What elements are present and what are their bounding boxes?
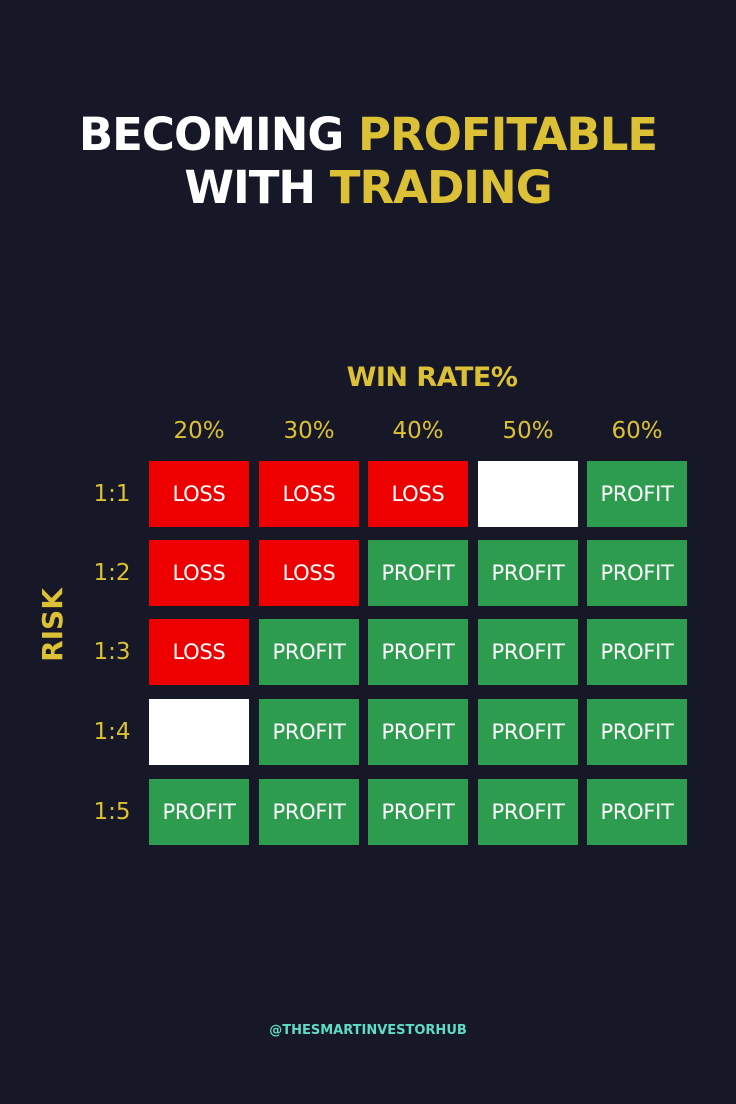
row-label: 1:1: [93, 481, 131, 507]
table-cell-loss: LOSS: [149, 540, 249, 606]
table-cell-loss: LOSS: [149, 619, 249, 685]
table-cell-empty: [478, 461, 578, 527]
row-label: 1:2: [93, 560, 131, 586]
table-cell-profit: PROFIT: [478, 619, 578, 685]
title-line-2: WITH TRADING: [0, 161, 736, 215]
table-cell-profit: PROFIT: [587, 461, 687, 527]
title-with: WITH: [184, 161, 316, 214]
title-profitable: PROFITABLE: [358, 108, 658, 161]
x-axis-title: WIN RATE%: [346, 362, 518, 393]
table-cell-profit: PROFIT: [478, 540, 578, 606]
table-cell-empty: [149, 699, 249, 765]
table-cell-loss: LOSS: [149, 461, 249, 527]
table-cell-profit: PROFIT: [368, 619, 468, 685]
table-cell-profit: PROFIT: [259, 699, 359, 765]
column-label: 20%: [173, 418, 225, 444]
column-label: 30%: [283, 418, 335, 444]
table-cell-profit: PROFIT: [368, 540, 468, 606]
table-cell-profit: PROFIT: [587, 699, 687, 765]
table-cell-loss: LOSS: [368, 461, 468, 527]
column-label: 40%: [392, 418, 444, 444]
title-line-1: BECOMING PROFITABLE: [0, 108, 736, 162]
table-cell-profit: PROFIT: [587, 619, 687, 685]
table-cell-profit: PROFIT: [368, 779, 468, 845]
table-cell-profit: PROFIT: [259, 619, 359, 685]
row-label: 1:3: [93, 639, 131, 665]
table-cell-loss: LOSS: [259, 540, 359, 606]
table-cell-loss: LOSS: [259, 461, 359, 527]
table-cell-profit: PROFIT: [259, 779, 359, 845]
table-cell-profit: PROFIT: [587, 779, 687, 845]
title-trading: TRADING: [329, 161, 553, 214]
column-label: 50%: [502, 418, 554, 444]
table-cell-profit: PROFIT: [478, 779, 578, 845]
footer-handle: @THESMARTINVESTORHUB: [269, 1023, 467, 1038]
y-axis-title: RISK: [36, 588, 69, 662]
table-cell-profit: PROFIT: [587, 540, 687, 606]
table-cell-profit: PROFIT: [149, 779, 249, 845]
column-label: 60%: [611, 418, 663, 444]
table-cell-profit: PROFIT: [478, 699, 578, 765]
row-label: 1:5: [93, 799, 131, 825]
row-label: 1:4: [93, 719, 131, 745]
table-cell-profit: PROFIT: [368, 699, 468, 765]
title-becoming: BECOMING: [78, 108, 344, 161]
